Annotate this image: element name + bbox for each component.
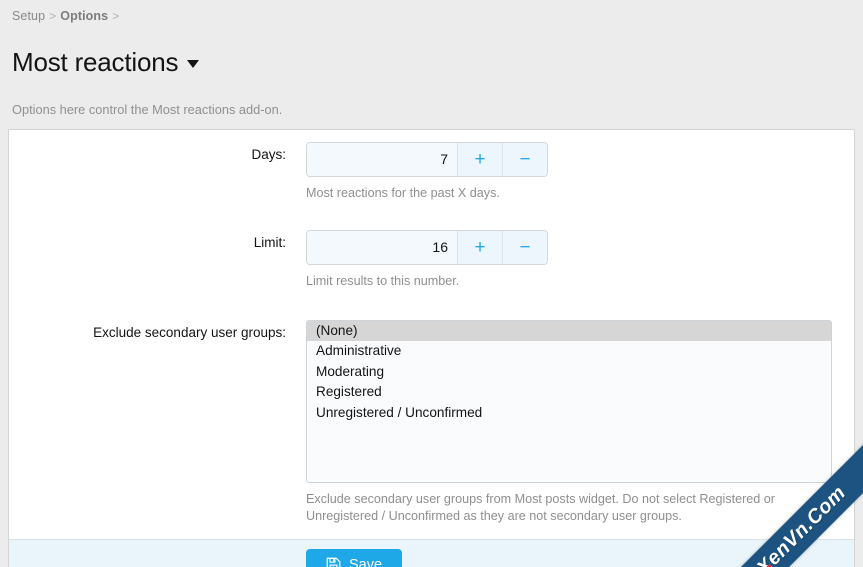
options-block: Days: + − Most reactions for the past X … [8,128,855,567]
limit-input[interactable] [307,230,457,264]
breadcrumb-item-setup[interactable]: Setup [12,9,45,23]
form-field-limit: + − Limit results to this number. [296,218,854,290]
limit-increment-button[interactable]: + [457,230,502,264]
form-row-days: Days: + − Most reactions for the past X … [9,129,854,202]
list-item[interactable]: Registered [307,382,831,403]
admin-options-page: Setup > Options > Most reactions Options he… [0,0,863,567]
breadcrumb-separator-2: > [112,9,120,23]
limit-hint: Limit results to this number. [306,273,460,288]
form-field-exclude-groups: (None) Administrative Moderating Registe… [296,308,854,525]
form-label-days: Days: [251,146,286,162]
form-label-exclude-groups: Exclude secondary user groups: [93,324,286,340]
days-input[interactable] [307,142,457,176]
breadcrumb: Setup > Options > [12,9,851,24]
page-description: Options here control the Most reactions … [12,101,283,117]
days-increment-button[interactable]: + [457,142,502,176]
page-title: Most reactions [12,47,179,78]
floppy-disk-icon [326,557,341,567]
list-item[interactable]: Moderating [307,362,831,383]
caret-down-icon[interactable] [187,60,200,69]
form-field-days: + − Most reactions for the past X days. [296,130,854,202]
form-footer: Save [9,538,854,567]
title-row: Most reactions [12,30,851,95]
list-item[interactable]: (None) [307,320,831,342]
form-row-exclude-groups: Exclude secondary user groups: (None) Ad… [9,307,854,539]
exclude-groups-listbox[interactable]: (None) Administrative Moderating Registe… [306,319,832,483]
list-item[interactable]: Unregistered / Unconfirmed [307,403,831,424]
page-header: Setup > Options > Most reactions Options he… [0,0,863,118]
breadcrumb-item-options[interactable]: Options [60,9,108,23]
form-label-limit: Limit: [253,234,286,250]
days-hint: Most reactions for the past X days. [306,185,500,200]
form-rows: Days: + − Most reactions for the past X … [9,129,854,539]
exclude-groups-hint: Exclude secondary user groups from Most … [306,491,775,523]
limit-stepper[interactable]: + − [306,229,548,265]
form-row-limit: Limit: + − Limit results to this number. [9,217,854,290]
breadcrumb-separator: > [49,9,57,23]
list-item[interactable]: Administrative [307,341,831,362]
days-stepper[interactable]: + − [306,141,548,177]
limit-decrement-button[interactable]: − [502,230,547,264]
save-button[interactable]: Save [306,548,403,567]
days-decrement-button[interactable]: − [502,142,547,176]
save-button-label: Save [349,556,383,567]
